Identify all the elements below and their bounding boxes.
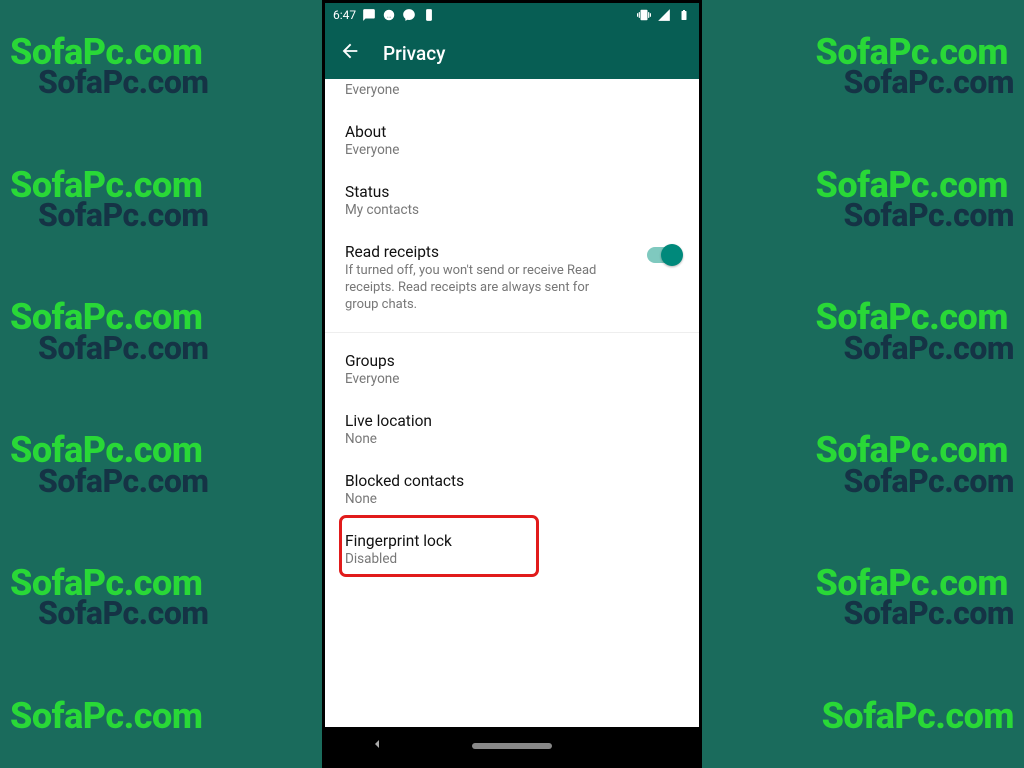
setting-read-receipts[interactable]: Read receipts If turned off, you won't s…: [325, 230, 699, 326]
setting-title: Status: [345, 183, 679, 201]
status-time: 6:47: [333, 8, 356, 22]
messenger-icon: [402, 8, 416, 22]
setting-status[interactable]: Status My contacts: [325, 170, 699, 230]
setting-last-seen[interactable]: Everyone: [325, 79, 699, 110]
app-bar: Privacy: [325, 27, 699, 79]
svg-text:…: …: [387, 11, 391, 19]
toggle-knob: [661, 244, 683, 266]
signal-icon: [657, 8, 671, 22]
back-button[interactable]: [339, 40, 361, 66]
setting-title: Read receipts: [345, 243, 625, 261]
phone-status-icon: [422, 8, 436, 22]
divider: [325, 332, 699, 333]
setting-groups[interactable]: Groups Everyone: [325, 339, 699, 399]
setting-about[interactable]: About Everyone: [325, 110, 699, 170]
nav-back[interactable]: [369, 736, 385, 756]
setting-sub: Everyone: [345, 142, 679, 158]
setting-live-location[interactable]: Live location None: [325, 399, 699, 459]
setting-title: Blocked contacts: [345, 472, 679, 490]
setting-title: Fingerprint lock: [345, 532, 679, 550]
setting-title: Live location: [345, 412, 679, 430]
message-icon: [362, 8, 376, 22]
status-bar: 6:47 …: [325, 3, 699, 27]
setting-sub: Everyone: [345, 82, 679, 98]
sms-icon: …: [382, 8, 396, 22]
android-nav-bar: [325, 727, 699, 765]
setting-sub: None: [345, 491, 679, 507]
setting-sub: Disabled: [345, 551, 679, 567]
setting-title: About: [345, 123, 679, 141]
setting-title: Groups: [345, 352, 679, 370]
battery-icon: [677, 8, 691, 22]
setting-fingerprint-lock[interactable]: Fingerprint lock Disabled: [325, 519, 699, 579]
settings-content: Everyone About Everyone Status My contac…: [325, 79, 699, 727]
read-receipts-toggle[interactable]: [647, 247, 679, 263]
nav-home-pill[interactable]: [472, 743, 552, 749]
phone-frame: 6:47 … Privacy Everyone About Everyone: [322, 0, 702, 768]
setting-description: If turned off, you won't send or receive…: [345, 263, 625, 314]
setting-sub: Everyone: [345, 371, 679, 387]
setting-blocked-contacts[interactable]: Blocked contacts None: [325, 459, 699, 519]
setting-sub: None: [345, 431, 679, 447]
vibrate-icon: [637, 8, 651, 22]
page-title: Privacy: [383, 42, 445, 65]
setting-sub: My contacts: [345, 202, 679, 218]
